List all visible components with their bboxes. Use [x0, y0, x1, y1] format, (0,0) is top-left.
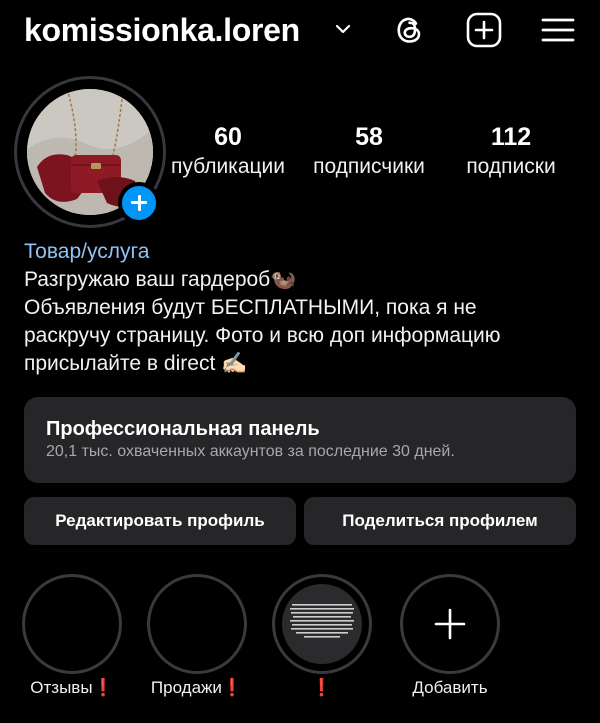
- highlight-label: Добавить: [370, 678, 530, 698]
- username[interactable]: komissionka.loren: [24, 12, 300, 49]
- stat-following-label: подписки: [466, 155, 556, 178]
- highlight-cover: [157, 584, 237, 664]
- menu-icon[interactable]: [538, 10, 578, 50]
- exclamation-icon: ❗: [311, 678, 333, 697]
- highlight-ring: [400, 574, 500, 674]
- highlight-cover-text-graphic: [290, 604, 354, 638]
- chevron-down-icon[interactable]: [334, 22, 352, 36]
- plus-icon: [434, 608, 466, 640]
- profile-category[interactable]: Товар/услуга: [24, 240, 149, 264]
- bio-line: раскручу страницу. Фото и всю доп информ…: [24, 324, 501, 347]
- share-profile-button[interactable]: Поделиться профилем: [304, 497, 576, 545]
- stat-posts[interactable]: 60 публикации: [164, 122, 292, 182]
- highlight-ring: [147, 574, 247, 674]
- plus-square-icon[interactable]: [464, 10, 504, 50]
- stat-posts-label: публикации: [171, 155, 285, 178]
- edit-profile-button[interactable]: Редактировать профиль: [24, 497, 296, 545]
- profile-bio: Разгружаю ваш гардероб🦦 Объявления будут…: [24, 266, 584, 378]
- stat-followers-count: 58: [355, 123, 383, 151]
- profile-header: komissionka.loren: [0, 0, 600, 64]
- highlight-ring: [272, 574, 372, 674]
- stat-followers[interactable]: 58 подписчики: [305, 122, 433, 182]
- stat-following[interactable]: 112 подписки: [458, 122, 564, 182]
- dashboard-subtitle: 20,1 тыс. охваченных аккаунтов за послед…: [46, 443, 455, 460]
- exclamation-icon: ❗: [221, 678, 244, 697]
- add-story-icon[interactable]: [118, 182, 160, 224]
- highlight-info[interactable]: ❗: [272, 574, 372, 697]
- highlight-reviews[interactable]: Отзывы❗: [22, 574, 122, 697]
- highlight-sales[interactable]: Продажи❗: [147, 574, 247, 697]
- exclamation-icon: ❗: [92, 678, 114, 697]
- highlight-ring: [22, 574, 122, 674]
- stat-posts-count: 60: [214, 123, 242, 151]
- dashboard-title: Профессиональная панель: [46, 418, 320, 440]
- bio-line: Разгружаю ваш гардероб🦦: [24, 268, 297, 291]
- highlight-label-text: Добавить: [412, 678, 488, 697]
- threads-icon[interactable]: [389, 10, 429, 50]
- bio-line: присылайте в direct ✍🏻: [24, 352, 248, 375]
- stat-followers-label: подписчики: [313, 155, 425, 178]
- professional-dashboard[interactable]: Профессиональная панель 20,1 тыс. охваче…: [24, 397, 576, 483]
- highlight-add[interactable]: Добавить: [400, 574, 500, 697]
- bio-line: Объявления будут БЕСПЛАТНЫМИ, пока я не: [24, 296, 477, 319]
- highlight-label-text: Отзывы: [30, 678, 93, 697]
- highlight-label-text: Продажи: [150, 678, 222, 697]
- highlight-cover: [282, 584, 362, 664]
- highlight-cover: [32, 584, 112, 664]
- stat-following-count: 112: [490, 123, 532, 151]
